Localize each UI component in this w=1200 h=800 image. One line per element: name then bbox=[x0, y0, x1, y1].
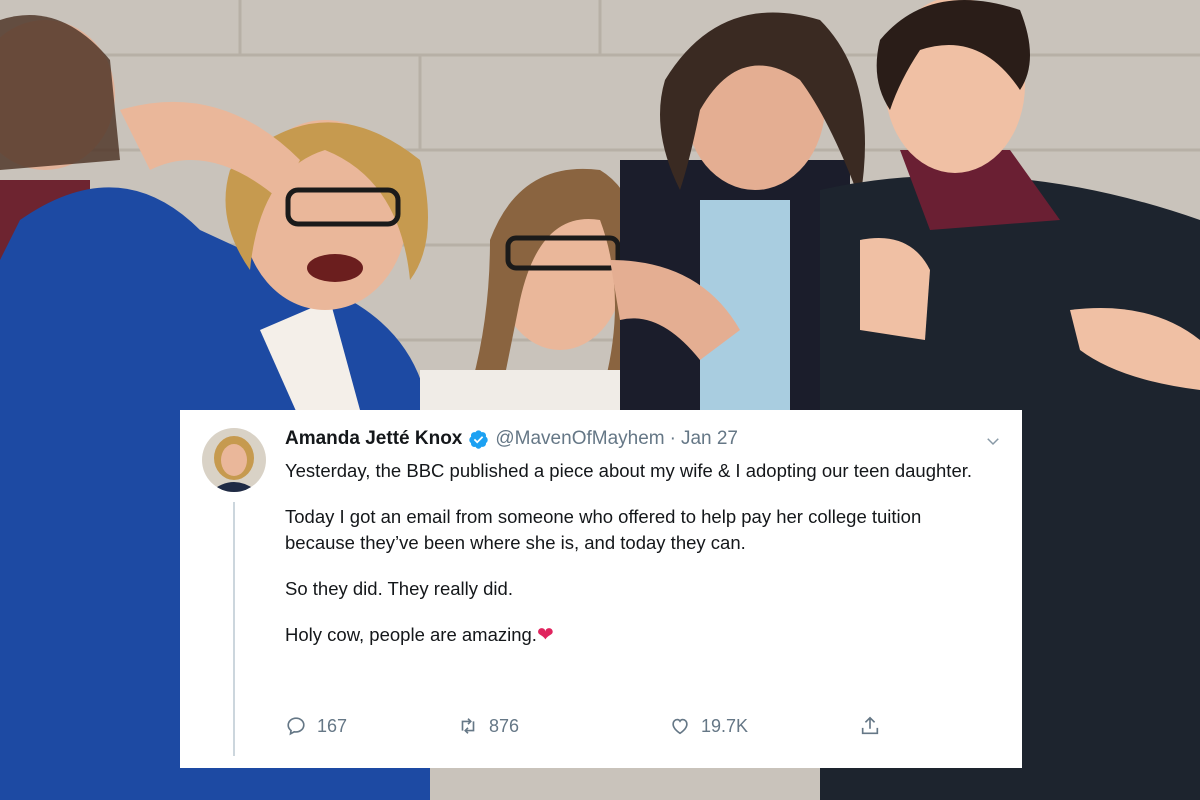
retweet-icon bbox=[461, 718, 475, 734]
tweet-paragraph-last: Holy cow, people are amazing.❤ bbox=[285, 622, 995, 648]
retweet-count: 876 bbox=[489, 715, 520, 736]
avatar[interactable] bbox=[202, 428, 266, 492]
tweet-paragraph: Holy cow, people are amazing. bbox=[285, 624, 537, 645]
tweet-card[interactable]: Amanda Jetté Knox @MavenOfMayhem · Jan 2… bbox=[180, 410, 1022, 768]
avatar-image bbox=[202, 428, 266, 492]
tweet-text: Yesterday, the BBC published a piece abo… bbox=[285, 458, 995, 648]
like-count: 19.7K bbox=[701, 715, 749, 736]
reply-icon bbox=[287, 717, 305, 736]
heart-icon bbox=[672, 718, 688, 735]
tweet-paragraph: Yesterday, the BBC published a piece abo… bbox=[285, 460, 973, 481]
like-button[interactable]: 19.7K bbox=[669, 715, 748, 737]
handle[interactable]: @MavenOfMayhem bbox=[495, 428, 664, 450]
reply-button[interactable]: 167 bbox=[285, 715, 347, 737]
share-button[interactable] bbox=[859, 715, 891, 737]
tweet-header: Amanda Jetté Knox @MavenOfMayhem · Jan 2… bbox=[285, 428, 738, 450]
retweet-button[interactable]: 876 bbox=[457, 715, 519, 737]
thread-line bbox=[233, 502, 235, 756]
chevron-down-icon[interactable] bbox=[984, 432, 1002, 450]
tweet-actions: 167 876 19.7K bbox=[285, 715, 885, 741]
tweet-paragraph: Today I got an email from someone who of… bbox=[285, 506, 922, 553]
verified-badge-icon bbox=[469, 429, 489, 449]
share-icon bbox=[861, 716, 879, 735]
display-name[interactable]: Amanda Jetté Knox bbox=[285, 428, 462, 450]
separator-dot: · bbox=[669, 428, 676, 449]
reply-count: 167 bbox=[317, 715, 348, 736]
tweet-date[interactable]: Jan 27 bbox=[681, 428, 738, 450]
red-heart-emoji: ❤ bbox=[536, 624, 554, 646]
tweet-paragraph: So they did. They really did. bbox=[285, 578, 513, 599]
